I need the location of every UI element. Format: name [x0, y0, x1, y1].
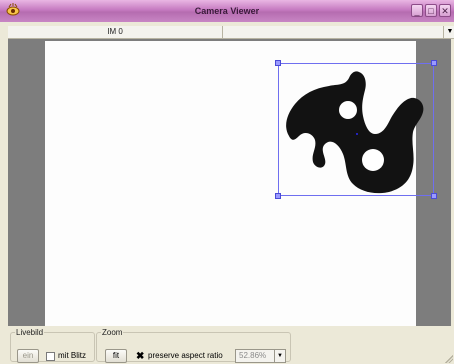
roi-handle-top-right[interactable]: [431, 60, 437, 66]
title-bar[interactable]: Camera Viewer _ □ ✕: [0, 0, 454, 22]
maximize-button[interactable]: □: [425, 4, 437, 17]
close-button[interactable]: ✕: [439, 4, 451, 17]
livebild-legend: Livebild: [16, 328, 44, 337]
zoom-legend: Zoom: [102, 328, 123, 337]
camera-image: [45, 41, 437, 326]
mit-blitz-label: mit Blitz: [58, 351, 86, 360]
minimize-button[interactable]: _: [411, 4, 423, 17]
chevron-down-icon[interactable]: ▼: [274, 350, 285, 362]
part-silhouette: [286, 71, 424, 194]
resize-grip-icon[interactable]: [445, 355, 453, 363]
mit-blitz-checkbox[interactable]: [46, 352, 55, 361]
control-panel: Livebild ein mit Blitz Zoom fit ✖ preser…: [8, 326, 454, 364]
ein-button[interactable]: ein: [17, 349, 39, 363]
zoom-group: Zoom fit ✖ preserve aspect ratio 52.86% …: [96, 328, 291, 363]
zoom-level-value: 52.86%: [239, 351, 267, 360]
image-viewport[interactable]: [8, 39, 451, 326]
livebild-group: Livebild ein mit Blitz: [10, 328, 95, 363]
roi-rectangle[interactable]: [275, 60, 437, 199]
tab-empty[interactable]: [223, 26, 444, 38]
tab-im-0[interactable]: IM 0: [8, 26, 223, 38]
fit-button[interactable]: fit: [105, 349, 127, 363]
roi-handle-bottom-left[interactable]: [275, 193, 281, 199]
roi-handle-bottom-right[interactable]: [431, 193, 437, 199]
preserve-aspect-label: preserve aspect ratio: [148, 351, 223, 360]
zoom-level-select[interactable]: 52.86% ▼: [235, 349, 286, 363]
chevron-down-icon[interactable]: ▼: [446, 26, 454, 38]
roi-handle-top-left[interactable]: [275, 60, 281, 66]
image-tab-bar: IM 0 ▼: [8, 26, 454, 39]
window-title: Camera Viewer: [194, 6, 260, 16]
preserve-aspect-checkbox[interactable]: ✖: [135, 352, 144, 362]
